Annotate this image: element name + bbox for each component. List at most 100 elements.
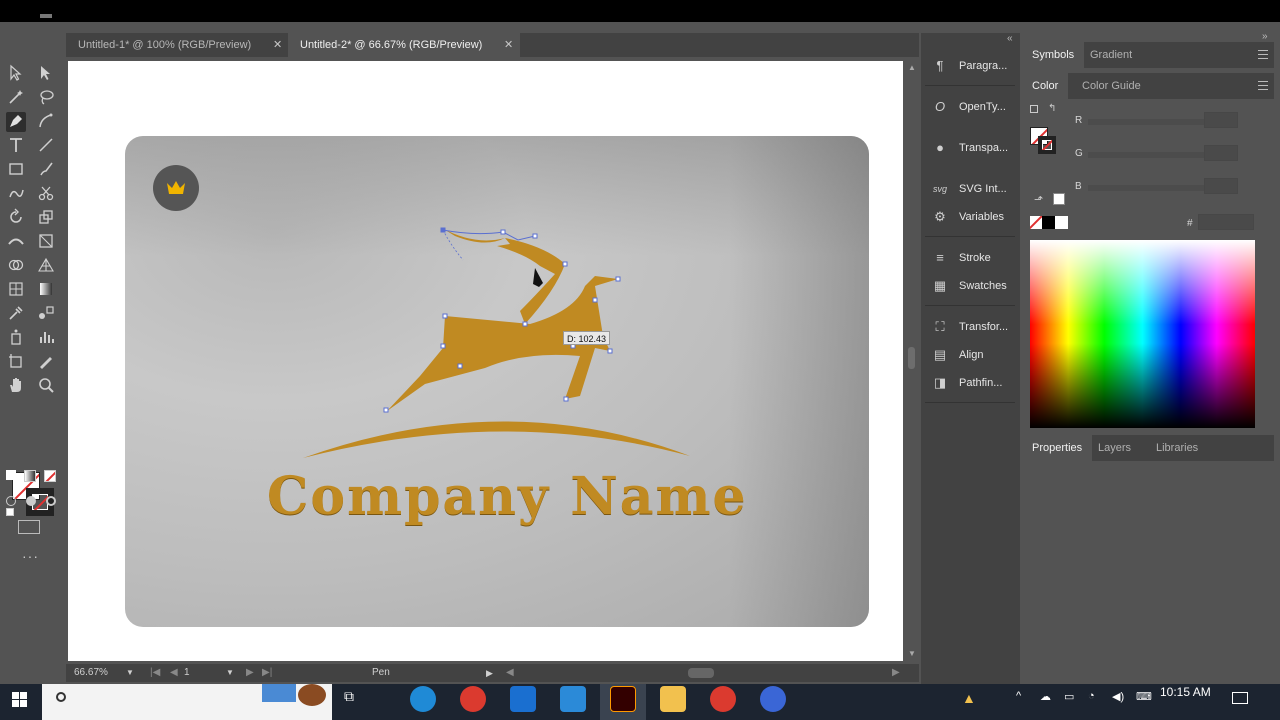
- rotate-tool-icon[interactable]: [6, 208, 26, 228]
- prev-artboard-icon[interactable]: ◀: [170, 664, 178, 682]
- color-stroke-swatch[interactable]: [1038, 136, 1056, 154]
- gradient-tool-icon[interactable]: [36, 280, 56, 300]
- default-colors-icon[interactable]: [6, 508, 14, 516]
- magic-wand-tool-icon[interactable]: [6, 88, 26, 108]
- zoom-tool-icon[interactable]: [36, 376, 56, 396]
- chrome-app-icon[interactable]: [460, 686, 486, 712]
- panel-transform[interactable]: ⛶ Transfor...: [921, 316, 1020, 338]
- artboard[interactable]: Company Name D: 102.43: [68, 61, 903, 661]
- file-explorer-icon[interactable]: [660, 686, 686, 712]
- out-of-gamut-icon[interactable]: ⬏: [1034, 193, 1043, 206]
- draw-inside-icon[interactable]: [46, 496, 56, 506]
- curvature-tool-icon[interactable]: [36, 112, 56, 132]
- scroll-thumb[interactable]: [908, 347, 915, 369]
- artboard-tool-icon[interactable]: [6, 352, 26, 372]
- draw-behind-icon[interactable]: [26, 496, 36, 506]
- keyboard-icon[interactable]: ⌨: [1136, 690, 1152, 703]
- store-app-icon[interactable]: [560, 686, 586, 712]
- tab-color-guide[interactable]: Color Guide: [1072, 73, 1151, 99]
- edge-app-icon[interactable]: [410, 686, 436, 712]
- taskbar-search-box[interactable]: [42, 684, 332, 720]
- task-view-icon[interactable]: ⧉: [344, 688, 354, 705]
- tray-expand-icon[interactable]: ^: [1016, 690, 1021, 702]
- hscroll-right-icon[interactable]: ▶: [892, 664, 900, 682]
- hand-tool-icon[interactable]: [6, 376, 26, 396]
- hscroll-thumb[interactable]: [688, 668, 714, 678]
- selection-tool-icon[interactable]: [6, 64, 26, 84]
- free-transform-tool-icon[interactable]: [36, 232, 56, 252]
- pen-tool-icon[interactable]: [6, 112, 26, 132]
- color-mode-icon[interactable]: [6, 470, 16, 480]
- canvas-area[interactable]: Company Name D: 102.43: [66, 57, 919, 664]
- white-swatch[interactable]: [1055, 216, 1068, 229]
- tab-color[interactable]: Color: [1022, 73, 1069, 99]
- collapse-dock-icon[interactable]: «: [1007, 33, 1013, 44]
- next-artboard-icon[interactable]: ▶: [246, 664, 254, 682]
- zoom-level[interactable]: 66.67%: [74, 664, 108, 682]
- blue-slider[interactable]: [1088, 185, 1208, 191]
- eyedropper-tool-icon[interactable]: [6, 304, 26, 324]
- notifications-icon[interactable]: [1232, 692, 1248, 704]
- hscroll-left-icon[interactable]: ◀: [506, 664, 514, 682]
- none-swatch[interactable]: [1030, 216, 1042, 229]
- illustrator-app-icon[interactable]: [610, 686, 636, 712]
- artboard-dropdown-icon[interactable]: ▼: [226, 664, 234, 682]
- tab-untitled-2[interactable]: Untitled-2* @ 66.67% (RGB/Preview) ✕: [288, 33, 520, 57]
- scroll-down-icon[interactable]: ▼: [908, 649, 916, 658]
- windows-start-icon[interactable]: [12, 692, 28, 708]
- last-artboard-icon[interactable]: ▶|: [262, 664, 272, 682]
- tab-close-icon[interactable]: ✕: [504, 33, 513, 57]
- tab-layers[interactable]: Layers: [1088, 435, 1141, 461]
- company-name-text[interactable]: Company Name: [267, 466, 748, 527]
- status-menu-icon[interactable]: ▶: [486, 664, 493, 682]
- network-icon[interactable]: ◔: [1088, 690, 1095, 702]
- first-artboard-icon[interactable]: |◀: [150, 664, 160, 682]
- gradient-mode-icon[interactable]: [24, 470, 36, 482]
- battery-icon[interactable]: ▭: [1064, 690, 1074, 703]
- direct-selection-tool-icon[interactable]: [36, 64, 56, 84]
- lasso-tool-icon[interactable]: [36, 88, 56, 108]
- panel-variables[interactable]: ⚙ Variables: [921, 206, 1020, 228]
- panel-swatches[interactable]: ▦ Swatches: [921, 275, 1020, 297]
- volume-icon[interactable]: ◀): [1112, 690, 1124, 703]
- artboard-number[interactable]: 1: [184, 664, 190, 682]
- black-swatch[interactable]: [1042, 216, 1055, 229]
- width-tool-icon[interactable]: [6, 232, 26, 252]
- red-value-field[interactable]: [1204, 112, 1238, 128]
- scale-tool-icon[interactable]: [36, 208, 56, 228]
- hex-value-field[interactable]: [1198, 214, 1254, 230]
- green-slider[interactable]: [1088, 152, 1208, 158]
- zoom-dropdown-icon[interactable]: ▼: [126, 664, 134, 682]
- tab-gradient[interactable]: Gradient: [1080, 42, 1142, 68]
- shaper-tool-icon[interactable]: [6, 184, 26, 204]
- collapse-panels-icon[interactable]: »: [1262, 31, 1268, 42]
- tab-properties[interactable]: Properties: [1022, 435, 1093, 461]
- blend-tool-icon[interactable]: [36, 304, 56, 324]
- tab-close-icon[interactable]: ✕: [273, 33, 282, 57]
- red-slider[interactable]: [1088, 119, 1208, 125]
- scroll-up-icon[interactable]: ▲: [908, 63, 916, 72]
- panel-align[interactable]: ▤ Align: [921, 344, 1020, 366]
- column-graph-tool-icon[interactable]: [36, 328, 56, 348]
- line-tool-icon[interactable]: [36, 136, 56, 156]
- edit-toolbar-icon[interactable]: ···: [22, 548, 39, 564]
- screen-mode-icon[interactable]: [18, 520, 40, 534]
- blue-value-field[interactable]: [1204, 178, 1238, 194]
- tab-symbols[interactable]: Symbols: [1022, 42, 1085, 68]
- tab-libraries[interactable]: Libraries: [1146, 435, 1208, 461]
- chrome-profile-app-icon[interactable]: [710, 686, 736, 712]
- green-value-field[interactable]: [1204, 145, 1238, 161]
- system-clock[interactable]: 10:15 AM: [1160, 684, 1211, 700]
- slice-tool-icon[interactable]: [36, 352, 56, 372]
- swap-colors-icon[interactable]: ↰: [1048, 103, 1056, 114]
- tab-untitled-1[interactable]: Untitled-1* @ 100% (RGB/Preview) ✕: [66, 33, 288, 57]
- panel-paragraph[interactable]: ¶ Paragra...: [921, 55, 1020, 77]
- panel-opentype[interactable]: O OpenTy...: [921, 96, 1020, 118]
- panel-pathfinder[interactable]: ◨ Pathfin...: [921, 372, 1020, 394]
- mesh-tool-icon[interactable]: [6, 280, 26, 300]
- cloud-icon[interactable]: ☁: [1040, 690, 1051, 703]
- panel-menu-icon[interactable]: [1258, 81, 1268, 90]
- panel-svg-interactivity[interactable]: svg SVG Int...: [921, 178, 1020, 200]
- vertical-scrollbar[interactable]: ▲ ▼: [904, 57, 919, 662]
- perspective-grid-tool-icon[interactable]: [36, 256, 56, 276]
